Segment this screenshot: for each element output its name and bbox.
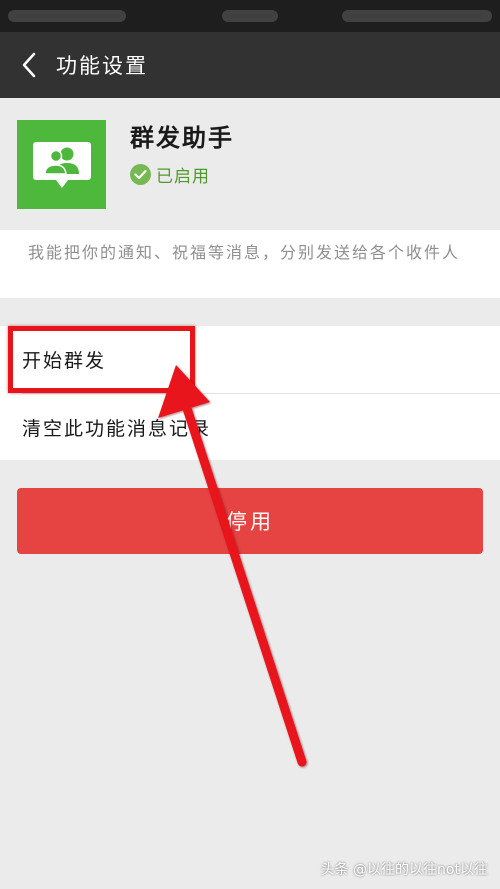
status-bar (0, 0, 500, 32)
status-text: 已启用 (156, 167, 210, 187)
page-title: 功能设置 (56, 54, 148, 78)
group-chat-icon (32, 141, 91, 188)
status-bar-indicators-blur (342, 10, 492, 22)
disable-button[interactable]: 停用 (17, 488, 483, 554)
menu-item-clear-history[interactable]: 清空此功能消息记录 (0, 394, 500, 461)
watermark: 头条 @以往的以往not以往 (320, 862, 488, 878)
app-header: 群发助手 已启用 (0, 98, 500, 230)
back-button[interactable] (4, 32, 54, 98)
app-name: 群发助手 (130, 124, 234, 152)
annotation-highlight-box (8, 326, 195, 393)
chevron-left-icon (22, 52, 36, 78)
description-section: 我能把你的通知、祝福等消息，分别发送给各个收件人 (0, 230, 500, 298)
app-icon (17, 120, 106, 209)
check-circle-icon (130, 164, 151, 185)
app-description: 我能把你的通知、祝福等消息，分别发送给各个收件人 (28, 243, 461, 262)
navigation-bar: 功能设置 (0, 32, 500, 98)
status-bar-carrier-blur (8, 10, 126, 22)
menu-item-label: 清空此功能消息记录 (22, 418, 212, 440)
app-status: 已启用 (130, 162, 210, 187)
status-bar-time-blur (222, 10, 278, 22)
